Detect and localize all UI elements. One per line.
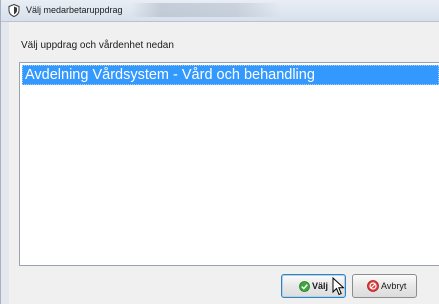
cancel-button[interactable]: Avbryt: [352, 274, 417, 298]
list-item[interactable]: Avdelning Vårdsystem - Vård och behandli…: [22, 65, 439, 85]
cancel-button-label: Avbryt: [381, 281, 407, 291]
window-edge: [1, 22, 9, 304]
shield-icon: [8, 3, 20, 18]
window-title: Välj medarbetaruppdrag: [26, 5, 123, 15]
dialog-window: Välj medarbetaruppdrag Välj uppdrag och …: [0, 0, 439, 304]
stop-circle-icon: [367, 280, 379, 292]
instruction-label: Välj uppdrag och vårdenhet nedan: [21, 40, 174, 51]
select-button-label: Välj: [312, 281, 329, 291]
mouse-pointer-icon: [332, 276, 346, 297]
blurred-title-area: [131, 3, 281, 17]
check-circle-icon: [299, 281, 310, 292]
title-bar[interactable]: Välj medarbetaruppdrag: [1, 0, 439, 22]
assignment-listbox[interactable]: Avdelning Vårdsystem - Vård och behandli…: [19, 62, 439, 266]
